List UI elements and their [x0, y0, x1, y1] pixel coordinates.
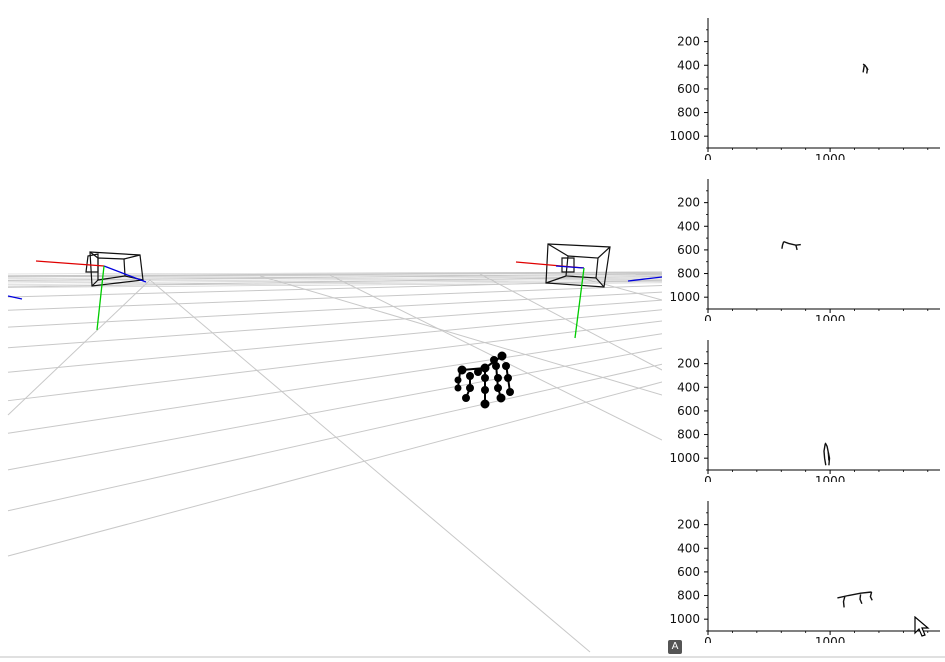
- y-tick-label: 200: [677, 518, 700, 532]
- hand-projection-series: [869, 591, 873, 601]
- arrow-cursor-icon: [914, 616, 930, 637]
- hand-projection-series: [783, 240, 801, 246]
- grid-line-depth: [7, 279, 151, 416]
- hand-projection-series: [823, 443, 827, 466]
- y-tick-label: 800: [677, 589, 700, 603]
- y-tick-label: 600: [677, 404, 700, 418]
- x-tick-label: 1000: [815, 635, 846, 643]
- y-tick-label: 800: [677, 428, 700, 442]
- y-tick-label: 1000: [669, 612, 700, 626]
- camera-projection-plot-2: 200 400 600 800 1000 0 1000: [668, 161, 945, 327]
- y-tick-label: 400: [677, 58, 700, 72]
- grid-line-depth: [259, 275, 663, 396]
- y-tick-label: 400: [677, 541, 700, 555]
- y-tick-label: 1000: [669, 451, 700, 465]
- x-tick-label: 0: [704, 313, 712, 321]
- camera-projection-plot-1: 200 400 600 800 1000 0 1000: [668, 0, 945, 166]
- y-tick-label: 200: [677, 357, 700, 371]
- y-tick-label: 1000: [669, 290, 700, 304]
- plot-2-canvas: 200 400 600 800 1000 0 1000: [669, 179, 940, 327]
- hand-projection-series: [859, 594, 863, 605]
- plot-3-canvas: 200 400 600 800 1000 0 1000: [669, 340, 940, 488]
- camera-left-x-axis: [35, 260, 105, 267]
- y-tick-label: 200: [677, 196, 700, 210]
- hand-projection-series: [866, 67, 869, 74]
- y-tick-label: 400: [677, 219, 700, 233]
- x-tick-label: 1000: [815, 152, 846, 160]
- a-badge[interactable]: A: [668, 640, 682, 654]
- plot-4-canvas: 200 400 600 800 1000 0 1000: [669, 501, 940, 649]
- y-tick-label: 600: [677, 243, 700, 257]
- y-tick-label: 800: [677, 106, 700, 120]
- x-tick-label: 1000: [815, 474, 846, 482]
- hand-projection-series: [824, 442, 830, 461]
- plot-1-canvas: 200 400 600 800 1000 0 1000: [669, 18, 940, 166]
- x-tick-label: 0: [704, 152, 712, 160]
- y-tick-label: 400: [677, 380, 700, 394]
- hand-projection-series: [837, 591, 872, 599]
- grid-line-depth: [149, 279, 591, 653]
- x-tick-label: 0: [704, 635, 712, 643]
- camera-projection-plot-4: 200 400 600 800 1000 0 1000: [668, 483, 945, 649]
- grid-line-horizontal: [7, 381, 663, 557]
- floor-grid: [7, 271, 663, 653]
- hand-projection-series: [862, 65, 865, 73]
- hand-projection-series: [842, 596, 846, 608]
- camera-projection-plot-3: 200 400 600 800 1000 0 1000: [668, 322, 945, 488]
- y-tick-label: 800: [677, 267, 700, 281]
- hand-projection-series: [795, 245, 798, 251]
- 3d-scene-canvas[interactable]: [0, 0, 663, 658]
- y-tick-label: 1000: [669, 129, 700, 143]
- y-tick-label: 200: [677, 35, 700, 49]
- x-tick-label: 0: [704, 474, 712, 482]
- hand-projection-series: [781, 241, 785, 249]
- 3d-viewport[interactable]: [0, 0, 663, 658]
- grid-line-horizontal: [7, 333, 663, 434]
- grid-line-horizontal: [7, 363, 663, 512]
- y-tick-label: 600: [677, 565, 700, 579]
- y-tick-label: 600: [677, 82, 700, 96]
- projection-plots-panel: 200 400 600 800 1000 0 1000 200 400 600 800 1000 0 1…: [668, 0, 945, 658]
- grid-line-horizontal: [7, 320, 663, 402]
- x-tick-label: 1000: [815, 313, 846, 321]
